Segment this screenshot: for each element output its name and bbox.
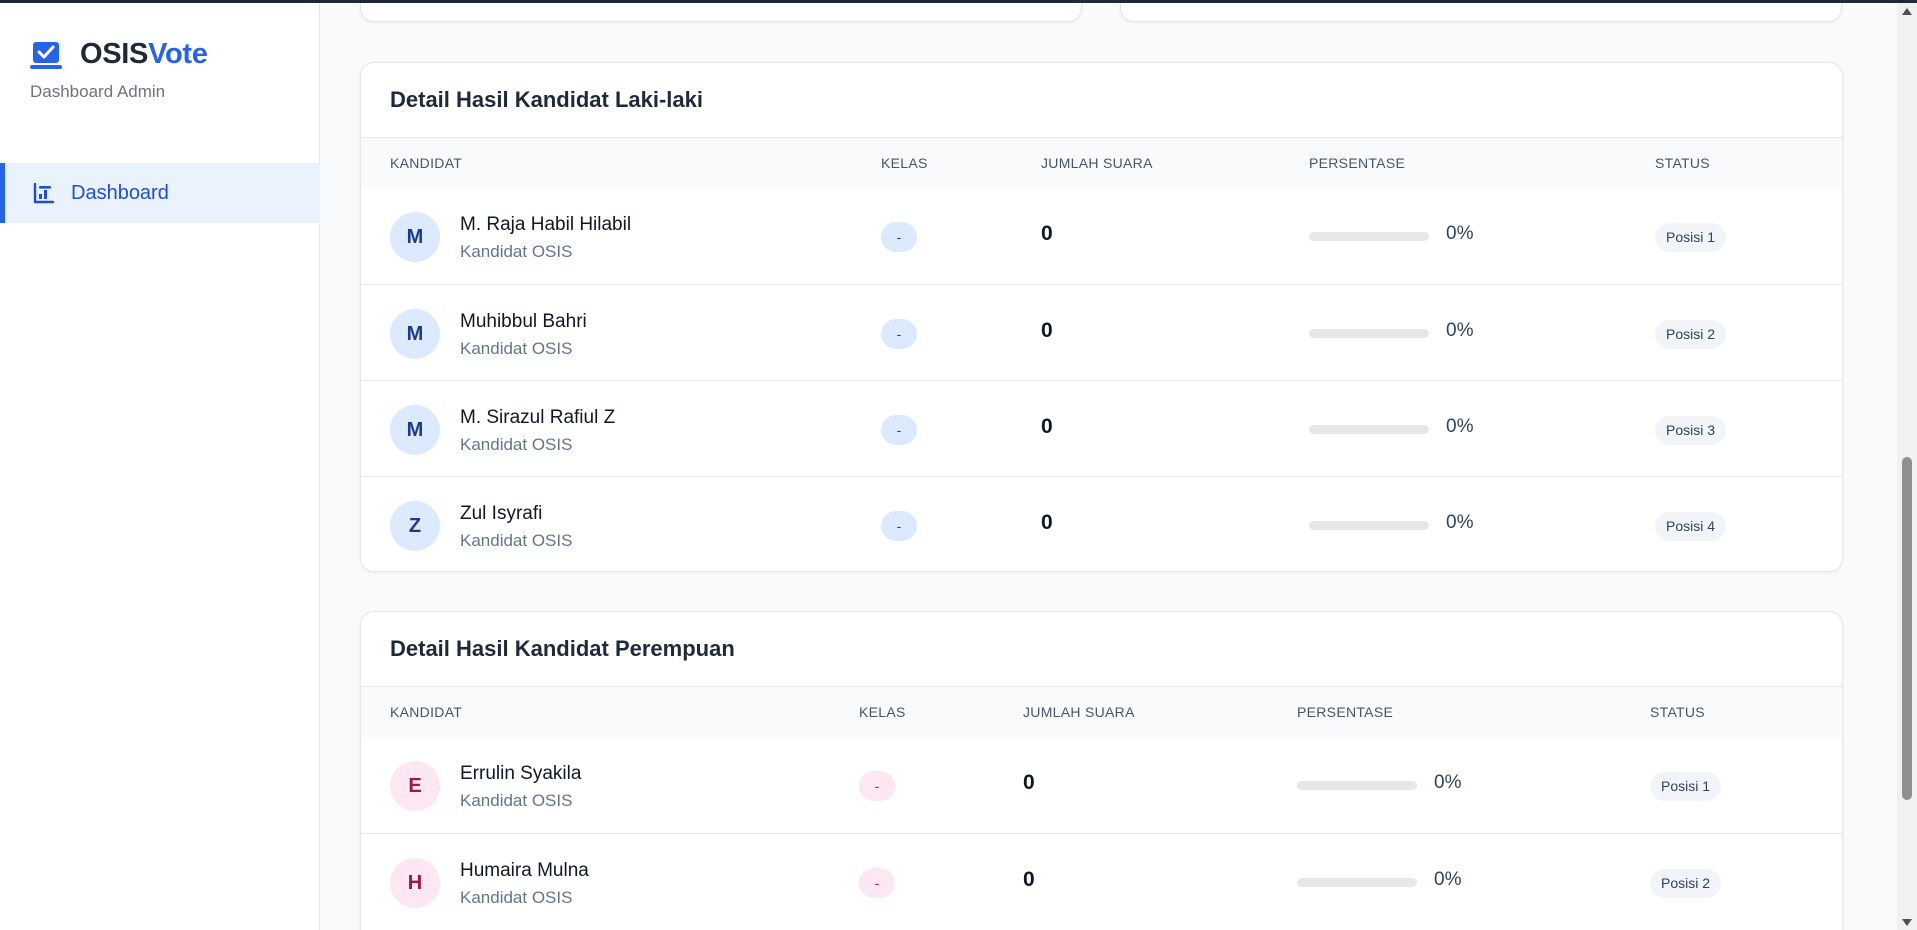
class-badge: -	[881, 319, 917, 349]
table-row: M M. Sirazul Rafiul Z Kandidat OSIS - 0 …	[361, 380, 1842, 476]
candidate-role: Kandidat OSIS	[460, 339, 573, 358]
candidate-role: Kandidat OSIS	[460, 242, 573, 261]
class-badge: -	[859, 771, 895, 801]
column-header-suara: JUMLAH SUARA	[1023, 704, 1135, 720]
avatar: M	[390, 212, 440, 262]
sidebar-item-label: Dashboard	[71, 181, 169, 204]
percent-bar	[1297, 781, 1417, 790]
summary-card	[360, 0, 1082, 22]
column-header-persentase: PERSENTASE	[1297, 704, 1394, 720]
chart-bar-icon	[33, 182, 55, 204]
candidate-name: Humaira Mulna	[460, 860, 589, 881]
brand-name: OSISVote	[80, 38, 208, 70]
status-badge: Posisi 4	[1655, 512, 1727, 541]
candidate-role: Kandidat OSIS	[460, 888, 573, 907]
status-badge: Posisi 2	[1650, 869, 1722, 898]
column-header-kandidat: KANDIDAT	[390, 155, 463, 171]
vote-count: 0	[1041, 319, 1053, 342]
sidebar: OSISVote Dashboard Admin Dashboard	[0, 0, 320, 930]
table-header: KANDIDAT KELAS JUMLAH SUARA PERSENTASE S…	[361, 687, 1842, 737]
class-badge: -	[881, 415, 917, 445]
class-badge: -	[881, 222, 917, 252]
vote-count: 0	[1041, 222, 1053, 245]
candidate-name: Errulin Syakila	[460, 763, 582, 784]
percent-bar	[1309, 425, 1429, 434]
table-row: M Muhibbul Bahri Kandidat OSIS - 0 0% Po…	[361, 284, 1842, 380]
class-badge: -	[859, 868, 895, 898]
candidate-name: Zul Isyrafi	[460, 503, 543, 524]
vote-count: 0	[1041, 415, 1053, 438]
percent-label: 0%	[1434, 869, 1462, 890]
column-header-status: STATUS	[1650, 704, 1705, 720]
vote-count: 0	[1023, 771, 1035, 794]
status-badge: Posisi 3	[1655, 416, 1727, 445]
percent-bar	[1309, 521, 1429, 530]
female-results-card: Detail Hasil Kandidat Perempuan KANDIDAT…	[360, 611, 1843, 930]
candidate-name: M. Sirazul Rafiul Z	[460, 407, 616, 428]
vote-box-icon	[30, 41, 62, 69]
vertical-scrollbar[interactable]	[1897, 3, 1917, 930]
status-badge: Posisi 1	[1650, 772, 1722, 801]
percent-label: 0%	[1434, 772, 1462, 793]
table-row: Z Zul Isyrafi Kandidat OSIS - 0 0% Posis…	[361, 476, 1842, 571]
table-row: H Humaira Mulna Kandidat OSIS - 0 0% Pos…	[361, 833, 1842, 929]
percent-bar	[1309, 329, 1429, 338]
avatar: E	[390, 761, 440, 811]
sidebar-item-dashboard[interactable]: Dashboard	[0, 163, 320, 223]
percent-bar	[1309, 232, 1429, 241]
table-row: E Errulin Syakila Kandidat OSIS - 0 0% P…	[361, 737, 1842, 833]
percent-bar	[1297, 878, 1417, 887]
column-header-kelas: KELAS	[881, 155, 928, 171]
status-badge: Posisi 2	[1655, 320, 1727, 349]
candidate-role: Kandidat OSIS	[460, 531, 573, 550]
avatar: M	[390, 405, 440, 455]
candidate-name: M. Raja Habil Hilabil	[460, 214, 632, 235]
brand-subtitle: Dashboard Admin	[30, 82, 166, 101]
brand[interactable]: OSISVote	[30, 38, 208, 71]
column-header-suara: JUMLAH SUARA	[1041, 155, 1153, 171]
column-header-kandidat: KANDIDAT	[390, 704, 463, 720]
scroll-down-icon[interactable]	[1902, 919, 1912, 926]
window-top-border	[0, 0, 1917, 3]
section-title: Detail Hasil Kandidat Perempuan	[361, 612, 1842, 687]
table-row: M M. Raja Habil Hilabil Kandidat OSIS - …	[361, 188, 1842, 284]
summary-card	[1120, 0, 1842, 22]
candidate-name: Muhibbul Bahri	[460, 311, 587, 332]
avatar: H	[390, 858, 440, 908]
class-badge: -	[881, 511, 917, 541]
column-header-kelas: KELAS	[859, 704, 906, 720]
candidate-role: Kandidat OSIS	[460, 791, 573, 810]
percent-label: 0%	[1446, 320, 1474, 341]
percent-label: 0%	[1446, 223, 1474, 244]
percent-label: 0%	[1446, 512, 1474, 533]
vote-count: 0	[1023, 868, 1035, 891]
column-header-status: STATUS	[1655, 155, 1710, 171]
male-results-card: Detail Hasil Kandidat Laki-laki KANDIDAT…	[360, 62, 1843, 572]
percent-label: 0%	[1446, 416, 1474, 437]
scroll-up-icon[interactable]	[1902, 8, 1912, 15]
vote-count: 0	[1041, 511, 1053, 534]
candidate-role: Kandidat OSIS	[460, 435, 573, 454]
status-badge: Posisi 1	[1655, 223, 1727, 252]
avatar: Z	[390, 501, 440, 551]
avatar: M	[390, 309, 440, 359]
column-header-persentase: PERSENTASE	[1309, 155, 1406, 171]
section-title: Detail Hasil Kandidat Laki-laki	[361, 63, 1842, 138]
scrollbar-thumb[interactable]	[1902, 457, 1912, 800]
main-content: Detail Hasil Kandidat Laki-laki KANDIDAT…	[320, 0, 1897, 930]
table-header: KANDIDAT KELAS JUMLAH SUARA PERSENTASE S…	[361, 138, 1842, 188]
